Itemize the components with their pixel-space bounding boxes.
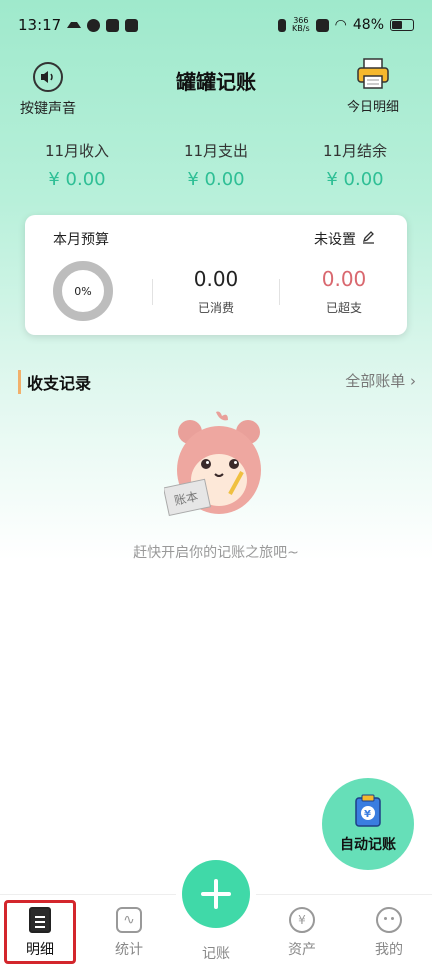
over-label: 已超支 xyxy=(325,301,362,315)
vibrate-icon xyxy=(278,18,287,32)
printer-icon xyxy=(356,58,390,90)
app-notification-icon xyxy=(125,18,139,32)
sound-label: 按键声音 xyxy=(20,101,76,117)
today-label: 今日明细 xyxy=(346,100,399,115)
balance-summary: 11月结余 ¥ 0.00 xyxy=(300,140,410,190)
balance-value: ¥ 0.00 xyxy=(326,169,384,190)
chart-icon: ∿ xyxy=(116,907,142,933)
monthly-summary: 11月收入 ¥ 0.00 11月支出 ¥ 0.00 11月结余 ¥ 0.00 xyxy=(0,140,432,190)
expense-summary: 11月支出 ¥ 0.00 xyxy=(161,140,271,190)
budget-card[interactable]: 本月预算 未设置 0% 0.00 已消费 0.00 已超支 xyxy=(25,215,407,335)
profile-face-icon xyxy=(376,907,402,933)
budget-title: 本月预算 xyxy=(53,232,109,248)
auto-bookkeeping-button[interactable]: ¥ 自动记账 xyxy=(322,778,414,870)
clock: 13:17 xyxy=(18,16,62,34)
budget-percent: 0% xyxy=(74,284,92,298)
tab-profile[interactable]: 我的 xyxy=(354,907,424,959)
add-record-button[interactable] xyxy=(182,860,250,928)
mascot-illustration: 账本 xyxy=(162,410,274,522)
expense-value: ¥ 0.00 xyxy=(187,169,245,190)
battery-icon xyxy=(390,19,414,31)
expense-label: 11月支出 xyxy=(183,142,249,160)
wifi-icon: ◠ xyxy=(334,17,347,33)
status-bar: 13:17 366 KB/s ◠ 48% xyxy=(0,0,432,50)
tab-assets[interactable]: ¥ 资产 xyxy=(267,907,337,959)
sim-off-icon xyxy=(315,18,329,32)
add-record-label: 记账 xyxy=(202,946,230,962)
active-tab-highlight xyxy=(4,900,76,964)
divider xyxy=(152,279,153,305)
tab-profile-label: 我的 xyxy=(375,942,403,958)
tab-statistics[interactable]: ∿ 统计 xyxy=(94,907,164,959)
plus-icon xyxy=(201,879,231,909)
tab-statistics-label: 统计 xyxy=(115,942,143,958)
check-icon xyxy=(87,18,101,32)
notebook-icon: ¥ xyxy=(353,794,383,828)
play-icon xyxy=(106,18,120,32)
chevron-right-icon: › xyxy=(410,372,416,390)
over-stat: 0.00 已超支 xyxy=(289,267,399,316)
budget-progress-ring: 0% xyxy=(53,261,113,321)
spent-value: 0.00 xyxy=(193,267,239,291)
tab-assets-label: 资产 xyxy=(288,942,316,958)
crown-icon xyxy=(67,22,82,28)
coin-icon: ¥ xyxy=(289,907,315,933)
empty-state-text: 赶快开启你的记账之旅吧~ xyxy=(133,545,299,561)
balance-label: 11月结余 xyxy=(322,142,388,160)
header: 按键声音 罐罐记账 今日明细 xyxy=(0,58,432,118)
income-summary: 11月收入 ¥ 0.00 xyxy=(22,140,132,190)
over-value: 0.00 xyxy=(321,267,367,291)
income-label: 11月收入 xyxy=(44,142,110,160)
spent-stat: 0.00 已消费 xyxy=(161,267,271,316)
spent-label: 已消费 xyxy=(197,301,234,315)
records-title: 收支记录 xyxy=(18,370,91,394)
all-bills-link[interactable]: 全部账单 › xyxy=(345,370,416,391)
budget-status: 未设置 xyxy=(314,232,356,248)
budget-set-button[interactable]: 未设置 xyxy=(314,229,375,249)
svg-text:¥: ¥ xyxy=(364,809,371,820)
today-detail-button[interactable]: 今日明细 xyxy=(328,58,418,115)
net-speed: 366 KB/s xyxy=(292,16,310,33)
auto-bookkeeping-label: 自动记账 xyxy=(340,837,396,853)
income-value: ¥ 0.00 xyxy=(48,169,106,190)
divider xyxy=(279,279,280,305)
battery-percent: 48% xyxy=(352,17,384,33)
records-header: 收支记录 全部账单 › xyxy=(0,370,432,394)
edit-icon xyxy=(362,230,375,248)
